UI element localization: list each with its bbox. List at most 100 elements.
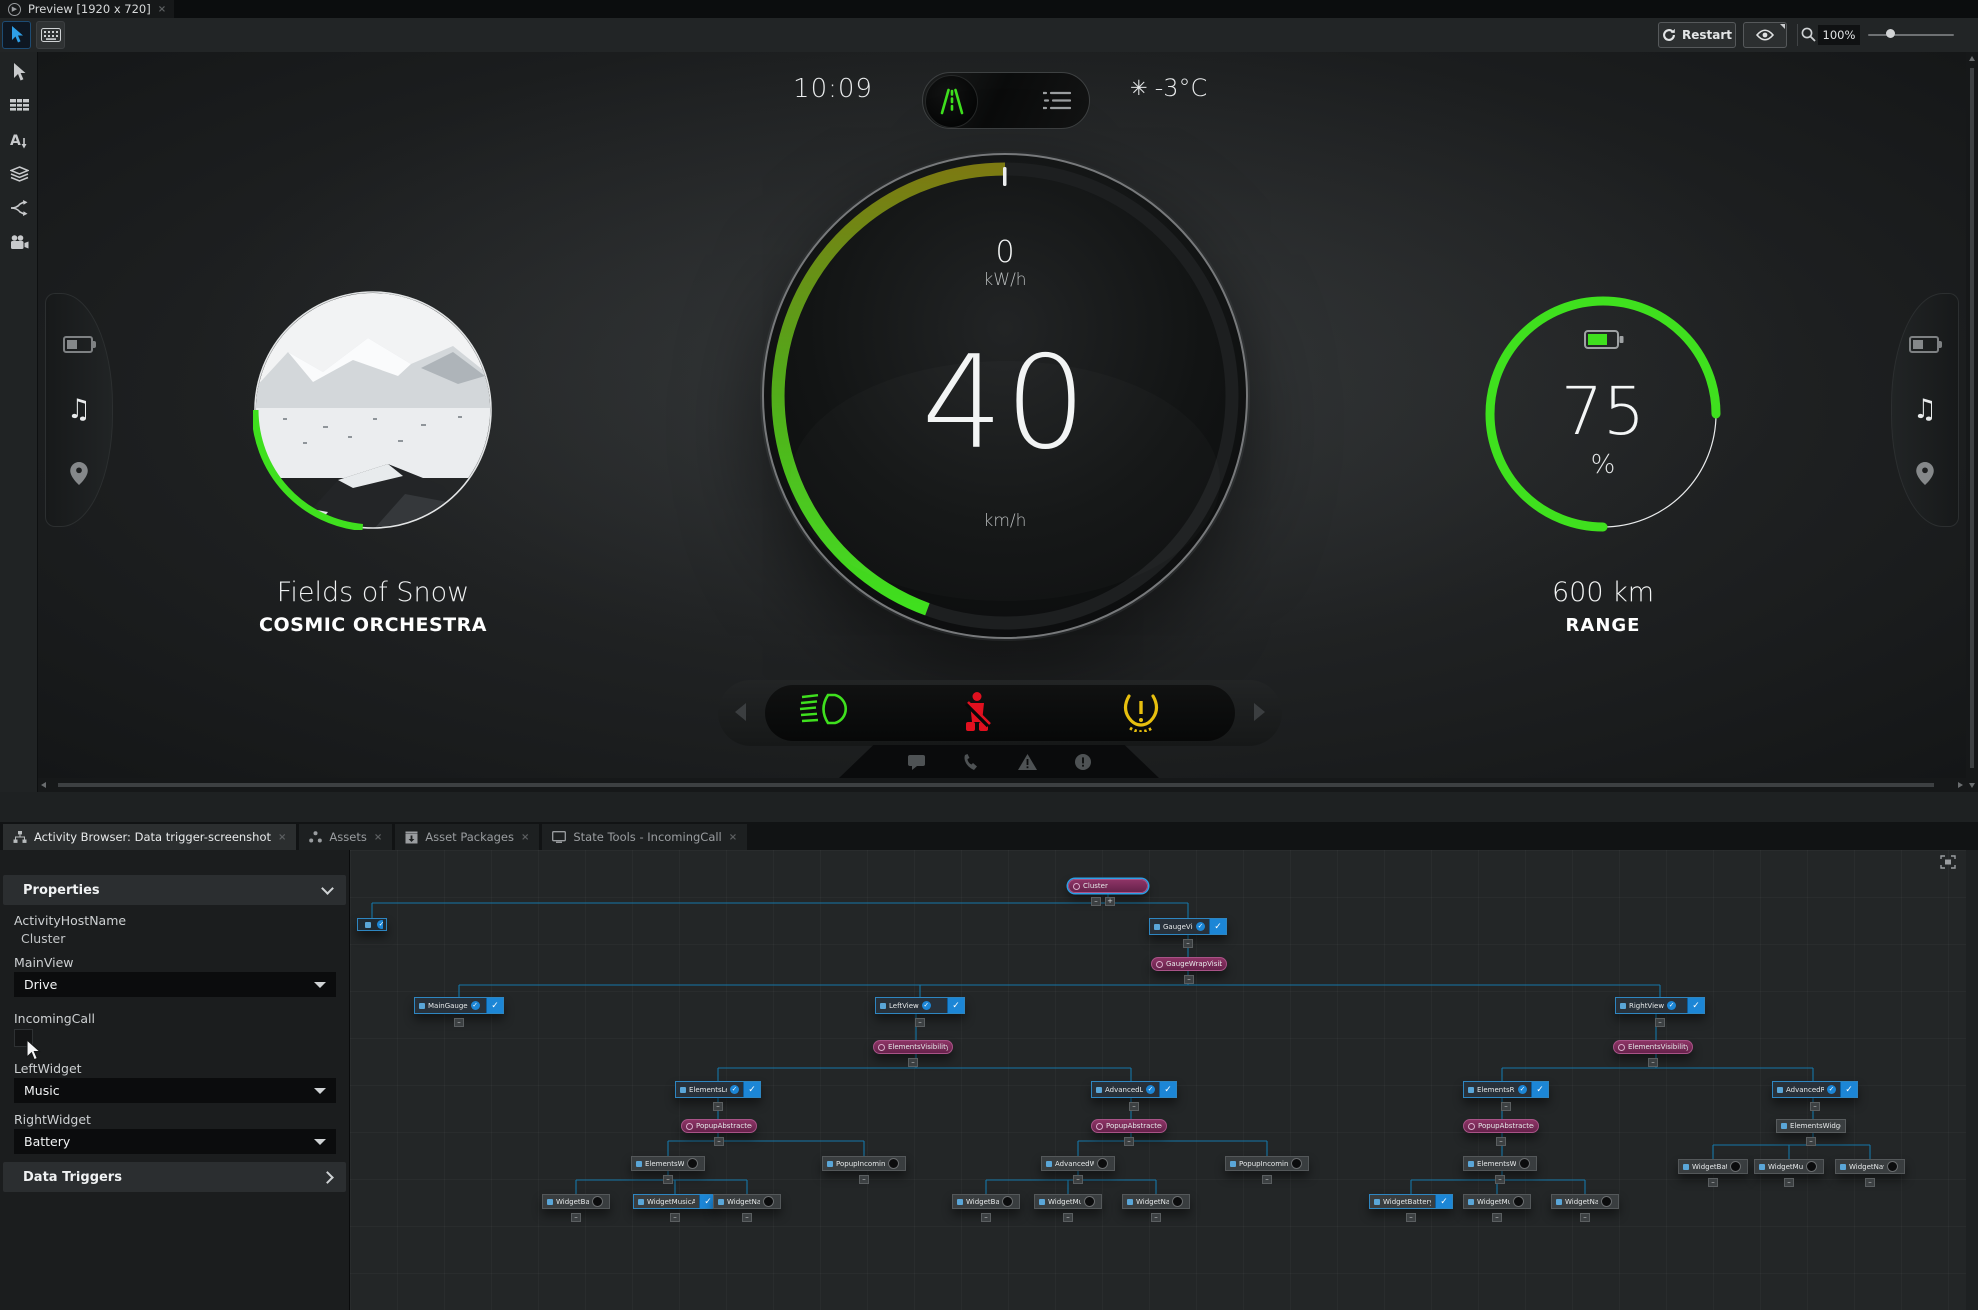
node-enable-button[interactable]: ✓ — [743, 1082, 760, 1097]
message-icon[interactable] — [907, 754, 925, 770]
node-expander[interactable]: – — [1501, 1102, 1511, 1111]
node-toggle-circle[interactable] — [1084, 1196, 1095, 1207]
graph-node-popupabstracted[interactable]: PopupAbstracted — [681, 1119, 757, 1133]
close-icon[interactable]: × — [278, 832, 286, 843]
close-icon[interactable]: × — [158, 4, 166, 15]
graph-node-elementswidget[interactable]: ElementsWidget — [1776, 1119, 1846, 1133]
graph-node-maingauge[interactable]: MainGauge ✓ ✓ — [414, 997, 504, 1014]
node-expander[interactable]: – — [670, 1213, 680, 1222]
node-toggle-circle[interactable] — [1513, 1196, 1524, 1207]
preview-visibility-button[interactable] — [1743, 22, 1787, 48]
node-expander[interactable]: – — [1091, 897, 1101, 906]
node-expander[interactable]: – — [1183, 939, 1193, 948]
node-expander[interactable]: – — [742, 1213, 752, 1222]
graph-node-widgetmusicabstracted[interactable]: WidgetMusicAbstracted — [1034, 1194, 1102, 1209]
graph-node-anchor[interactable]: ✓ — [357, 918, 387, 931]
node-enable-button[interactable]: ✓ — [1435, 1195, 1452, 1208]
node-expander[interactable]: – — [1655, 1018, 1665, 1027]
node-expander[interactable]: – — [713, 1102, 723, 1111]
text-tool-button[interactable]: A — [7, 128, 31, 152]
scroll-up-arrow[interactable] — [1969, 56, 1975, 61]
tab-activity-browser[interactable]: Activity Browser: Data trigger-screensho… — [3, 824, 297, 850]
right-widget-rail[interactable]: ♫ — [1891, 293, 1959, 527]
close-icon[interactable]: × — [729, 832, 737, 843]
node-expander[interactable]: – — [1151, 1213, 1161, 1222]
node-expander[interactable]: – — [1580, 1213, 1590, 1222]
node-expander[interactable]: – — [1865, 1178, 1875, 1187]
drive-mode-toggle[interactable] — [922, 72, 1090, 129]
scroll-down-arrow[interactable] — [1969, 783, 1975, 788]
node-expander[interactable]: – — [714, 1137, 724, 1146]
zoom-slider-knob[interactable] — [1886, 29, 1895, 38]
graph-node-cluster[interactable]: Cluster — [1068, 879, 1148, 893]
node-enable-button[interactable]: ✓ — [1159, 1082, 1176, 1097]
node-toggle-circle[interactable] — [1806, 1161, 1817, 1172]
close-icon[interactable]: × — [521, 832, 529, 843]
scrollbar-thumb[interactable] — [1970, 68, 1974, 768]
activity-node-graph[interactable]: Cluster–+✓GaugeView✓✓–GaugeWrapVisibilit… — [350, 850, 1966, 1310]
node-expander[interactable]: – — [1708, 1178, 1718, 1187]
node-toggle-circle[interactable] — [888, 1158, 899, 1169]
flow-tool-button[interactable] — [7, 196, 31, 220]
graph-node-widgetbatteryabstracted[interactable]: WidgetBatteryAbstracted — [1678, 1159, 1748, 1174]
music-widget[interactable] — [251, 290, 493, 531]
node-expander[interactable]: – — [571, 1213, 581, 1222]
node-toggle-circle[interactable] — [1172, 1196, 1183, 1207]
node-enable-button[interactable]: ✓ — [1209, 919, 1226, 934]
graph-node-widgetmusicabstracted[interactable]: WidgetMusicAbstracted — [1463, 1194, 1531, 1209]
graph-node-widgetmusicabstracted[interactable]: WidgetMusicAbstracted✓ — [633, 1194, 717, 1209]
node-toggle-circle[interactable] — [592, 1196, 603, 1207]
graph-node-advancedwidget[interactable]: AdvancedWidget — [1041, 1156, 1115, 1171]
zoom-level-field[interactable]: 100% — [1818, 25, 1860, 45]
table-tool-button[interactable] — [7, 94, 31, 118]
zoom-slider-track[interactable] — [1868, 34, 1954, 36]
node-expander[interactable]: – — [1129, 1102, 1139, 1111]
node-toggle-circle[interactable] — [1097, 1158, 1108, 1169]
music-rail-icon[interactable]: ♫ — [46, 394, 112, 425]
node-expander[interactable]: – — [1784, 1178, 1794, 1187]
node-expander[interactable]: – — [859, 1175, 869, 1184]
graph-node-elementsvisibilityhost[interactable]: ElementsVisibilityHost — [873, 1040, 953, 1054]
carousel-right-arrow[interactable] — [1254, 703, 1265, 721]
node-expander[interactable]: – — [1262, 1175, 1272, 1184]
node-expander[interactable]: – — [454, 1018, 464, 1027]
graph-node-widgetnavigationabstracted[interactable]: WidgetNavigationAbstracted — [1122, 1194, 1190, 1209]
node-toggle-circle[interactable] — [1601, 1196, 1612, 1207]
battery-rail-icon[interactable] — [63, 336, 96, 353]
left-widget-rail[interactable]: ♫ — [45, 293, 113, 527]
graph-node-elementswidget[interactable]: ElementsWidget — [1463, 1156, 1537, 1171]
tab-asset-packages[interactable]: Asset Packages × — [395, 824, 540, 850]
node-enable-button[interactable]: ✓ — [1840, 1082, 1857, 1097]
node-expander[interactable]: – — [1495, 1175, 1505, 1184]
battery-rail-icon[interactable] — [1909, 336, 1942, 353]
graph-node-widgetbatteryabstracted[interactable]: WidgetBatteryAbstracted ✓ — [1369, 1194, 1453, 1209]
preview-vertical-scrollbar[interactable] — [1966, 52, 1978, 792]
graph-node-widgetnavigationabstracted[interactable]: WidgetNavigationAbstracted — [713, 1194, 781, 1209]
node-expander[interactable]: – — [1810, 1102, 1820, 1111]
preview-horizontal-scrollbar[interactable] — [38, 778, 1966, 792]
alert-circle-icon[interactable] — [1074, 754, 1091, 770]
phone-icon[interactable] — [963, 753, 980, 771]
graph-node-elementswidget[interactable]: ElementsWidget — [631, 1156, 705, 1171]
tab-assets[interactable]: Assets × — [299, 824, 393, 850]
node-expander[interactable]: – — [981, 1213, 991, 1222]
scroll-right-arrow[interactable] — [1958, 782, 1963, 788]
node-expander[interactable]: – — [1806, 1137, 1816, 1146]
graph-node-widgetbatteryabstracted[interactable]: WidgetBatteryAbstracted — [542, 1194, 610, 1209]
graph-node-popupincomingcallabstracted[interactable]: PopupIncomingCallAbstracted — [822, 1156, 906, 1171]
node-expander[interactable]: + — [1105, 897, 1115, 906]
scroll-left-arrow[interactable] — [41, 782, 46, 788]
graph-node-advancedright[interactable]: AdvancedRight✓✓ — [1772, 1081, 1858, 1098]
node-expander[interactable]: – — [1496, 1137, 1506, 1146]
node-toggle-circle[interactable] — [1519, 1158, 1530, 1169]
graph-node-gaugeview[interactable]: GaugeView✓✓ — [1149, 918, 1227, 935]
graph-node-widgetbatteryabstracted[interactable]: WidgetBatteryAbstracted — [952, 1194, 1020, 1209]
navigation-rail-icon[interactable] — [1892, 462, 1958, 485]
node-expander[interactable]: – — [1124, 1137, 1134, 1146]
layers-tool-button[interactable] — [7, 162, 31, 186]
graph-node-elementsright[interactable]: ElementsRight✓✓ — [1463, 1081, 1549, 1098]
node-toggle-circle[interactable] — [687, 1158, 698, 1169]
warning-triangle-icon[interactable] — [1017, 754, 1037, 770]
node-expander[interactable]: – — [1406, 1213, 1416, 1222]
main-view-dropdown[interactable]: Drive — [14, 972, 336, 997]
